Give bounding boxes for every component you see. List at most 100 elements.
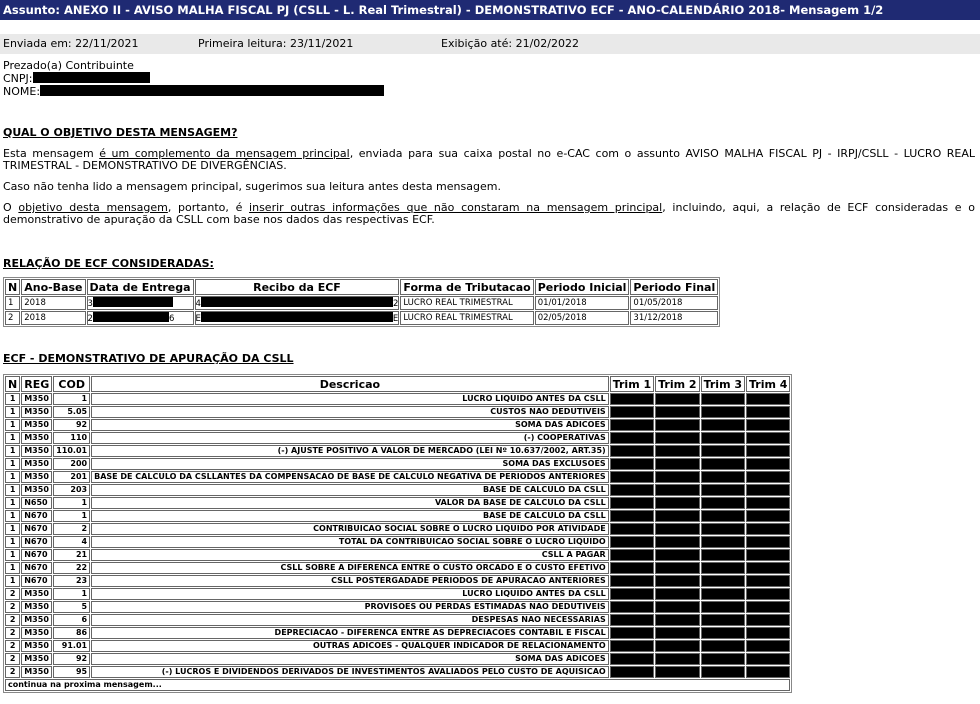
cell-cod: 92 [53, 419, 91, 431]
cnpj-redaction [32, 72, 150, 83]
cell-trim-1-redacted [609, 627, 655, 639]
cell-cod: 5.05 [53, 406, 91, 418]
cell-trim-3-redacted [700, 497, 746, 509]
cell-cod: 2 [53, 523, 91, 535]
cell-cod: 5 [53, 601, 91, 613]
table-row: 1 2018 3 42 LUCRO REAL TRIMESTRAL 01/01/… [5, 296, 719, 310]
cell-desc: (-) COOPERATIVAS [91, 432, 609, 444]
cell-reg: M350 [21, 458, 53, 470]
cell-reg: M350 [21, 640, 53, 652]
cell-trim-1-redacted [609, 458, 655, 470]
cell-n: 1 [5, 536, 21, 548]
cell-cod: 6 [53, 614, 91, 626]
cell-trim-1-redacted [609, 562, 655, 574]
continuation-note: continua na proxima mensagem... [5, 679, 791, 691]
cell-n: 1 [5, 575, 21, 587]
cell-trim-4-redacted [746, 406, 791, 418]
cell-n: 1 [5, 562, 21, 574]
cnpj-label: CNPJ: [3, 72, 33, 85]
message-subject: Assunto: ANEXO II - AVISO MALHA FISCAL P… [0, 0, 980, 20]
cell-n: 1 [5, 432, 21, 444]
cell-desc: BASE DE CALCULO DA CSLLANTES DA COMPENSA… [91, 471, 609, 483]
cell-trim-3-redacted [700, 588, 746, 600]
cell-desc: CUSTOS NAO DEDUTIVEIS [91, 406, 609, 418]
csll-heading: ECF - DEMONSTRATIVO DE APURAÇÃO DA CSLL [3, 352, 294, 365]
cell-trim-4-redacted [746, 432, 791, 444]
cell-trim-2-redacted [655, 523, 700, 535]
first-read-date: Primeira leitura: 23/11/2021 [198, 37, 354, 50]
cell-inicio: 01/01/2018 [534, 296, 630, 310]
cell-trim-4-redacted [746, 653, 791, 665]
table-row: 1 M350 203 BASE DE CALCULO DA CSLL [5, 484, 791, 496]
cell-reg: M350 [21, 601, 53, 613]
cell-trim-1-redacted [609, 393, 655, 405]
cell-cod: 91.01 [53, 640, 91, 652]
table-row: 1 N670 21 CSLL A PAGAR [5, 549, 791, 561]
cell-desc: SOMA DAS ADICOES [91, 419, 609, 431]
cell-inicio: 02/05/2018 [534, 311, 630, 325]
cell-n: 1 [5, 445, 21, 457]
cell-trim-4-redacted [746, 601, 791, 613]
cell-desc: (-) AJUSTE POSITIVO A VALOR DE MERCADO (… [91, 445, 609, 457]
salutation: Prezado(a) Contribuinte [3, 59, 134, 72]
cell-trim-3-redacted [700, 393, 746, 405]
cell-trim-1-redacted [609, 497, 655, 509]
cell-n: 1 [5, 549, 21, 561]
cell-n: 1 [5, 406, 21, 418]
cell-trim-3-redacted [700, 640, 746, 652]
objective-paragraph-2: Caso não tenha lido a mensagem principal… [3, 180, 501, 193]
cell-trim-3-redacted [700, 536, 746, 548]
table-row: 2 M350 91.01 OUTRAS ADICOES - QUALQUER INDI… [5, 640, 791, 652]
cell-cod: 1 [53, 497, 91, 509]
cell-desc: PROVISOES OU PERDAS ESTIMADAS NAO DEDUTI… [91, 601, 609, 613]
cell-desc: CSLL A PAGAR [91, 549, 609, 561]
redaction [92, 312, 169, 322]
cell-trim-1-redacted [609, 549, 655, 561]
col-trim-3: Trim 3 [700, 376, 746, 392]
cell-trim-3-redacted [700, 523, 746, 535]
name-label: NOME: [3, 85, 41, 98]
cell-desc: BASE DE CALCULO DA CSLL [91, 484, 609, 496]
cell-reg: N670 [21, 536, 53, 548]
cell-trim-2-redacted [655, 588, 700, 600]
cell-reg: M350 [21, 627, 53, 639]
cell-n: 1 [5, 471, 21, 483]
table-row: 1 N670 2 CONTRIBUICAO SOCIAL SOBRE O LUCRO … [5, 523, 791, 535]
cell-n: 1 [5, 510, 21, 522]
cell-reg: N670 [21, 549, 53, 561]
cell-cod: 1 [53, 393, 91, 405]
cell-reg: N670 [21, 510, 53, 522]
cell-trim-4-redacted [746, 614, 791, 626]
cell-n: 2 [5, 640, 21, 652]
cell-cod: 23 [53, 575, 91, 587]
cell-ano: 2018 [21, 296, 86, 310]
cell-fim: 31/12/2018 [630, 311, 719, 325]
cell-trim-2-redacted [655, 484, 700, 496]
cell-trim-1-redacted [609, 510, 655, 522]
cell-desc: (-) LUCROS E DIVIDENDOS DERIVADOS DE INV… [91, 666, 609, 678]
table-row: 2 M350 5 PROVISOES OU PERDAS ESTIMADAS NAO … [5, 601, 791, 613]
ecf-header-row: N Ano-Base Data de Entrega Recibo da ECF… [5, 279, 719, 295]
cell-reg: M350 [21, 406, 53, 418]
cell-trim-2-redacted [655, 445, 700, 457]
col-trim-1: Trim 1 [609, 376, 655, 392]
cell-trim-2-redacted [655, 666, 700, 678]
col-fim: Periodo Final [630, 279, 719, 295]
cell-trim-3-redacted [700, 549, 746, 561]
table-row: 1 M350 92 SOMA DAS ADICOES [5, 419, 791, 431]
cell-trim-4-redacted [746, 497, 791, 509]
ecf-heading: RELAÇÃO DE ECF CONSIDERADAS: [3, 257, 214, 270]
cell-desc: OUTRAS ADICOES - QUALQUER INDICADOR DE R… [91, 640, 609, 652]
cell-trim-3-redacted [700, 484, 746, 496]
cell-trim-4-redacted [746, 419, 791, 431]
cell-n: 1 [5, 484, 21, 496]
cell-trim-4-redacted [746, 562, 791, 574]
cell-reg: N670 [21, 523, 53, 535]
table-row: 1 N670 1 BASE DE CALCULO DA CSLL [5, 510, 791, 522]
cell-desc: TOTAL DA CONTRIBUICAO SOCIAL SOBRE O LUC… [91, 536, 609, 548]
cell-trim-2-redacted [655, 562, 700, 574]
cell-trim-4-redacted [746, 549, 791, 561]
cell-trim-3-redacted [700, 562, 746, 574]
col-trim-2: Trim 2 [655, 376, 700, 392]
cell-reg: M350 [21, 393, 53, 405]
